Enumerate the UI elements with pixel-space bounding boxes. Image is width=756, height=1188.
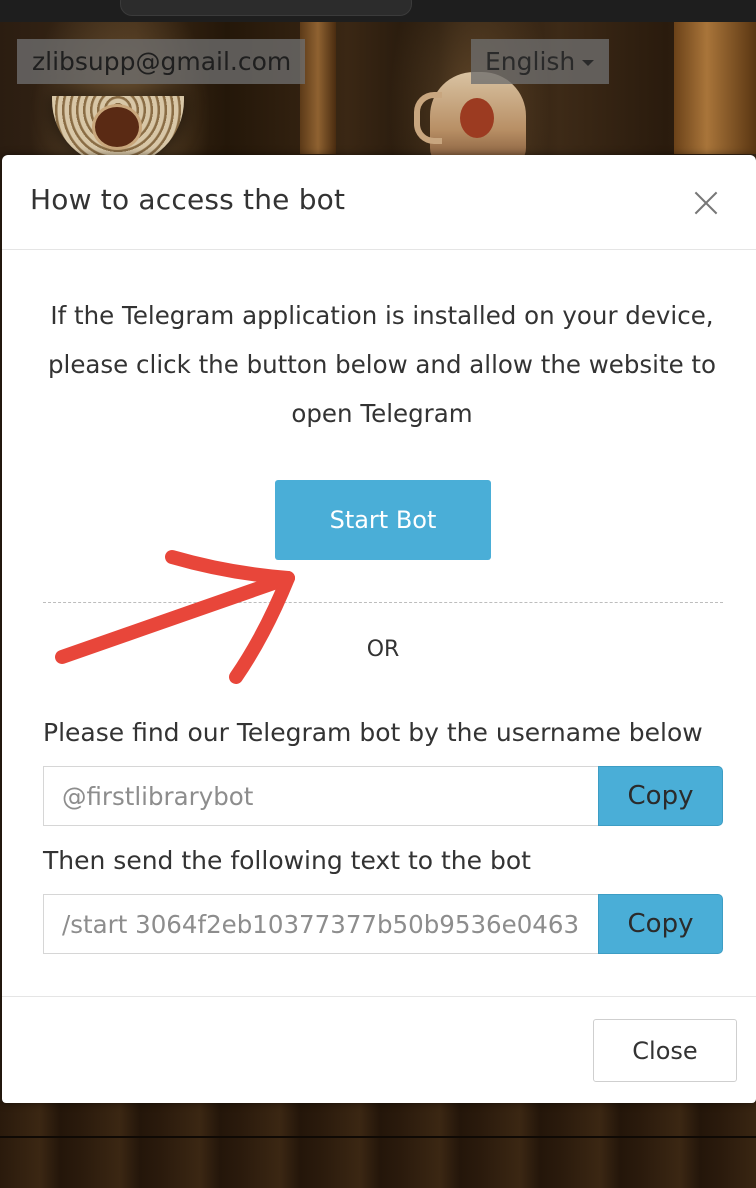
command-field-group: Copy bbox=[43, 894, 723, 954]
close-button[interactable]: Close bbox=[593, 1019, 737, 1082]
bowl-medallion bbox=[92, 104, 142, 150]
modal-title: How to access the bot bbox=[30, 183, 346, 216]
support-email[interactable]: zlibsupp@gmail.com bbox=[17, 39, 305, 84]
modal-footer: Close bbox=[2, 996, 756, 1104]
close-icon[interactable] bbox=[690, 187, 722, 219]
background-footer bbox=[0, 1102, 756, 1188]
copy-command-button[interactable]: Copy bbox=[598, 894, 723, 954]
language-label: English bbox=[485, 47, 576, 76]
dashed-divider bbox=[43, 602, 723, 603]
find-bot-label: Please find our Telegram bot by the user… bbox=[43, 718, 703, 747]
start-bot-button[interactable]: Start Bot bbox=[275, 480, 491, 560]
modal-header: How to access the bot bbox=[2, 155, 756, 250]
start-command-input[interactable] bbox=[43, 894, 599, 954]
shelf-post bbox=[674, 22, 756, 154]
browser-top-bar bbox=[0, 0, 756, 22]
language-select[interactable]: English bbox=[471, 39, 609, 84]
bot-access-modal: How to access the bot If the Telegram ap… bbox=[2, 155, 756, 1103]
intro-text: If the Telegram application is installed… bbox=[47, 301, 717, 428]
username-field-group: Copy bbox=[43, 766, 723, 826]
bot-username-input[interactable] bbox=[43, 766, 599, 826]
or-label: OR bbox=[366, 637, 400, 662]
decorative-jug bbox=[414, 72, 526, 168]
caret-down-icon bbox=[582, 60, 594, 66]
shelf-post bbox=[300, 22, 336, 154]
address-pill bbox=[120, 0, 412, 16]
send-text-label: Then send the following text to the bot bbox=[43, 846, 531, 875]
copy-username-button[interactable]: Copy bbox=[598, 766, 723, 826]
